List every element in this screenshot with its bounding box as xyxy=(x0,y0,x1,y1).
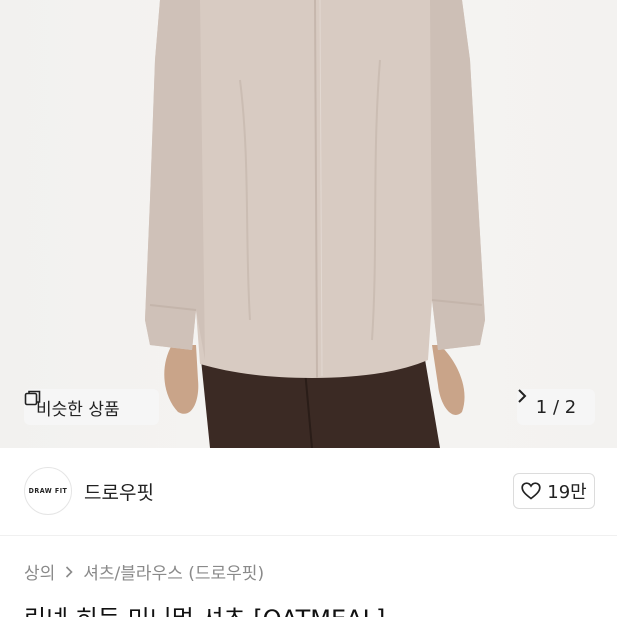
similar-products-label: 비슷한 상품 xyxy=(36,399,120,420)
like-count: 19만 xyxy=(547,482,587,503)
like-button[interactable]: 19만 xyxy=(513,473,595,509)
chevron-right-icon xyxy=(66,565,73,578)
chevron-right-icon xyxy=(518,389,527,403)
seller-logo[interactable]: DRAW FIT xyxy=(24,467,72,515)
image-pager[interactable]: 1 / 2 xyxy=(517,389,595,425)
breadcrumb: 상의 셔츠/블라우스 (드로우핏) xyxy=(24,559,264,584)
breadcrumb-subcategory[interactable]: 셔츠/블라우스 (드로우핏) xyxy=(83,559,264,584)
similar-products-button[interactable]: 비슷한 상품 xyxy=(24,389,159,425)
product-image[interactable]: 비슷한 상품 1 / 2 xyxy=(0,0,617,448)
section-divider xyxy=(0,535,617,536)
seller-logo-text: DRAW FIT xyxy=(28,487,68,495)
product-title: 린넨 히든 미니멀 셔츠 [OATMEAL] xyxy=(24,599,385,617)
seller-row: DRAW FIT 드로우핏 19만 xyxy=(24,466,595,516)
heart-outline-icon xyxy=(521,482,541,500)
pager-text: 1 / 2 xyxy=(535,396,577,418)
product-photo xyxy=(145,0,485,448)
seller-name[interactable]: 드로우핏 xyxy=(84,478,154,505)
breadcrumb-category[interactable]: 상의 xyxy=(24,559,55,584)
copy-icon xyxy=(24,390,41,406)
